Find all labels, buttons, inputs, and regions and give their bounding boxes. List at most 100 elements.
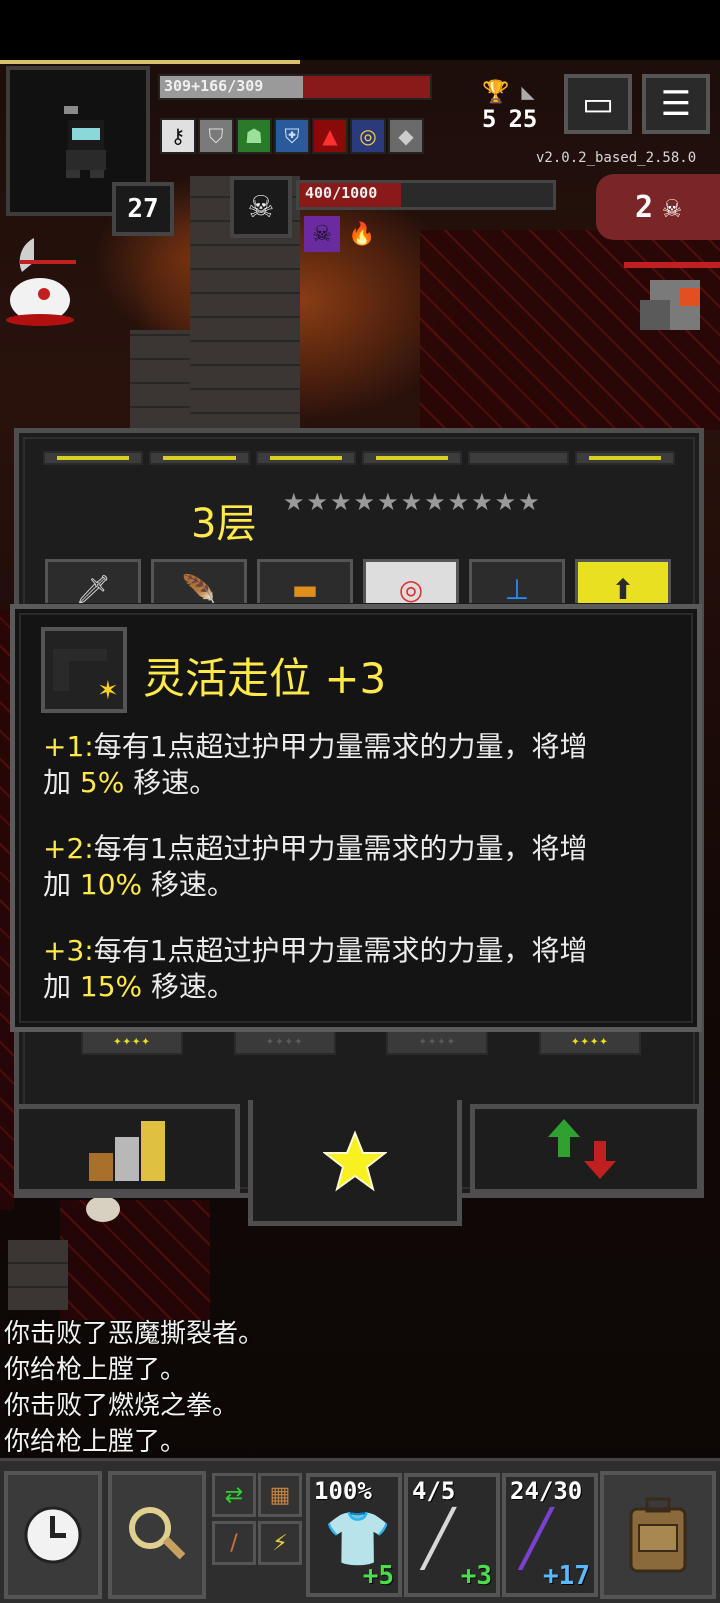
desc-text: 加 — [43, 766, 80, 799]
desc-text: 每有1点超过护甲力量需求的力量，将增 — [93, 832, 588, 865]
tier-segment — [255, 451, 356, 465]
tier-segment — [149, 451, 250, 465]
tab-stats[interactable] — [14, 1104, 240, 1194]
armor-icon[interactable]: ⛨ — [274, 118, 310, 154]
desc-value: 5% — [79, 766, 125, 799]
wait-button[interactable] — [4, 1471, 102, 1599]
knife-icon[interactable]: 🗡 — [45, 559, 141, 603]
demon-ripper-enemy[interactable] — [4, 232, 80, 352]
tier-segment — [361, 451, 463, 465]
log-line: 你击败了恶魔撕裂者。 — [4, 1319, 265, 1349]
backpack-button[interactable] — [600, 1471, 716, 1599]
search-button[interactable] — [108, 1471, 206, 1599]
armor-durability: 100% — [314, 1477, 372, 1505]
gold-count: 5 — [482, 105, 497, 133]
magnifier-icon — [129, 1507, 186, 1560]
boss-hp-text: 400/1000 — [305, 184, 378, 202]
armor-bonus: +5 — [362, 1561, 394, 1591]
wand-bonus: +17 — [543, 1561, 590, 1591]
skull-bones — [86, 1196, 120, 1222]
fire-debuff-icon[interactable]: 🔥 — [344, 216, 380, 252]
radar-icon[interactable]: ⊥ — [469, 559, 565, 603]
desc-text: 移速。 — [142, 970, 236, 1003]
rage-icon[interactable]: ▲ — [312, 118, 348, 154]
burning-fist-enemy[interactable] — [620, 260, 720, 360]
menu-button[interactable]: ☰ — [642, 74, 710, 134]
tier-segment — [468, 451, 569, 465]
dungeon-wall — [130, 330, 190, 430]
hamburger-menu-icon: ☰ — [660, 84, 692, 124]
log-line: 你击败了燃烧之拳。 — [4, 1391, 239, 1421]
desc-value: 10% — [79, 868, 143, 901]
weapon-charges: 4/5 — [412, 1477, 456, 1505]
rifle-icon[interactable]: ▬ — [257, 559, 353, 603]
backpack-icon — [629, 1497, 687, 1573]
star-icon — [323, 1129, 387, 1191]
talent-title: 灵活走位 +3 — [143, 654, 387, 703]
skull-icon: ☠ — [663, 189, 682, 225]
danger-indicator[interactable]: 2 ☠ — [596, 174, 720, 240]
desc-text: 加 — [43, 970, 80, 1003]
feather-icon[interactable]: 🪶 — [151, 559, 247, 603]
sword-icon: ╱ — [422, 1507, 455, 1570]
key-icon[interactable]: ⚷ — [160, 118, 196, 154]
depth-count: 25 — [508, 105, 538, 133]
swap-weapon-quickslot[interactable]: ⇄ — [212, 1473, 256, 1517]
weapon-slot[interactable]: 4/5 ╱ +3 — [404, 1473, 500, 1597]
target-icon[interactable]: ◎ — [363, 559, 459, 603]
wand-slot[interactable]: 24/30 ╱ +17 — [502, 1473, 598, 1597]
upgrade-icon[interactable]: ⬆ — [575, 559, 671, 603]
hero-health-bar: 309+166/309 — [158, 74, 432, 100]
desc-text: 每有1点超过护甲力量需求的力量，将增 — [93, 934, 588, 967]
tier-segment — [43, 451, 144, 465]
quickslot-3[interactable]: / — [212, 1521, 256, 1565]
quickslot-4[interactable]: ⚡ — [258, 1521, 302, 1565]
weapon-bonus: +3 — [460, 1561, 492, 1591]
trophy-icon: 🏆 — [482, 80, 510, 105]
talent-points-stars: ★★★★★★★★★★★ — [283, 488, 542, 516]
skull-debuff-icon[interactable]: ☠ — [304, 216, 340, 252]
gun-talent-icon: ✶ — [41, 627, 127, 713]
shield-icon[interactable]: ⛉ — [198, 118, 234, 154]
stats-counter: 🏆 ◣ 5 25 — [482, 80, 552, 133]
log-line: 你给枪上膛了。 — [4, 1427, 187, 1457]
hood-icon[interactable]: ☗ — [236, 118, 272, 154]
desc-text: 移速。 — [142, 868, 236, 901]
buff-list: ⚷ ⛉ ☗ ⛨ ▲ ◎ ◆ — [160, 118, 424, 154]
cycle-icon: ⇄ — [224, 1482, 244, 1508]
system-status-bar — [0, 0, 720, 60]
journal-button[interactable]: ▭ — [564, 74, 632, 134]
talent-icons-row: 🗡 🪶 ▬ ◎ ⊥ ⬆ — [45, 559, 685, 603]
boss-skull-icon[interactable]: ☠ — [230, 176, 292, 238]
wand-charges: 24/30 — [510, 1477, 583, 1505]
talent-level-1-desc: +1:每有1点超过护甲力量需求的力量，将增 加 5% 移速。 — [43, 729, 683, 801]
quickslot-2[interactable]: ▦ — [258, 1473, 302, 1517]
hero-avatar — [56, 100, 106, 178]
tier-segment — [574, 451, 675, 465]
stone-icon[interactable]: ◆ — [388, 118, 424, 154]
armor-slot[interactable]: 100% 👕 +5 — [306, 1473, 402, 1597]
level-prefix: +3: — [43, 934, 94, 967]
version-label: v2.0.2_based_2.58.0 — [536, 150, 697, 166]
bottom-toolbar: ⇄ ▦ / ⚡ 100% 👕 +5 4/5 ╱ +3 24/30 ╱ +17 — [0, 1458, 720, 1603]
ring-icon[interactable]: ◎ — [350, 118, 386, 154]
tier-header: 3层 ★★★★★★★★★★★ — [19, 483, 699, 547]
journal-icon: ▭ — [581, 84, 615, 124]
stairs-icon: ◣ — [521, 80, 535, 105]
tab-talents[interactable] — [248, 1100, 462, 1226]
tier-label: 3层 — [191, 501, 257, 547]
talent-level-3-desc: +3:每有1点超过护甲力量需求的力量，将增 加 15% 移速。 — [43, 933, 683, 1005]
desc-text: 移速。 — [124, 766, 218, 799]
bar-chart-icon — [89, 1121, 165, 1181]
boss-health-bar: 400/1000 — [296, 180, 556, 210]
crate-icon: ▦ — [269, 1482, 291, 1508]
lava-floor — [60, 1200, 210, 1320]
talent-tooltip[interactable]: ✶ 灵活走位 +3 +1:每有1点超过护甲力量需求的力量，将增 加 5% 移速。… — [10, 604, 702, 1032]
desc-text: 每有1点超过护甲力量需求的力量，将增 — [93, 730, 588, 763]
dart-icon: / — [230, 1530, 238, 1556]
experience-bar — [0, 60, 300, 64]
message-log: 你击败了恶魔撕裂者。 你给枪上膛了。 你击败了燃烧之拳。 你给枪上膛了。 — [4, 1316, 264, 1460]
hero-level-badge: 27 — [112, 182, 174, 236]
tab-swap[interactable] — [470, 1104, 702, 1194]
desc-text: 加 — [43, 868, 80, 901]
